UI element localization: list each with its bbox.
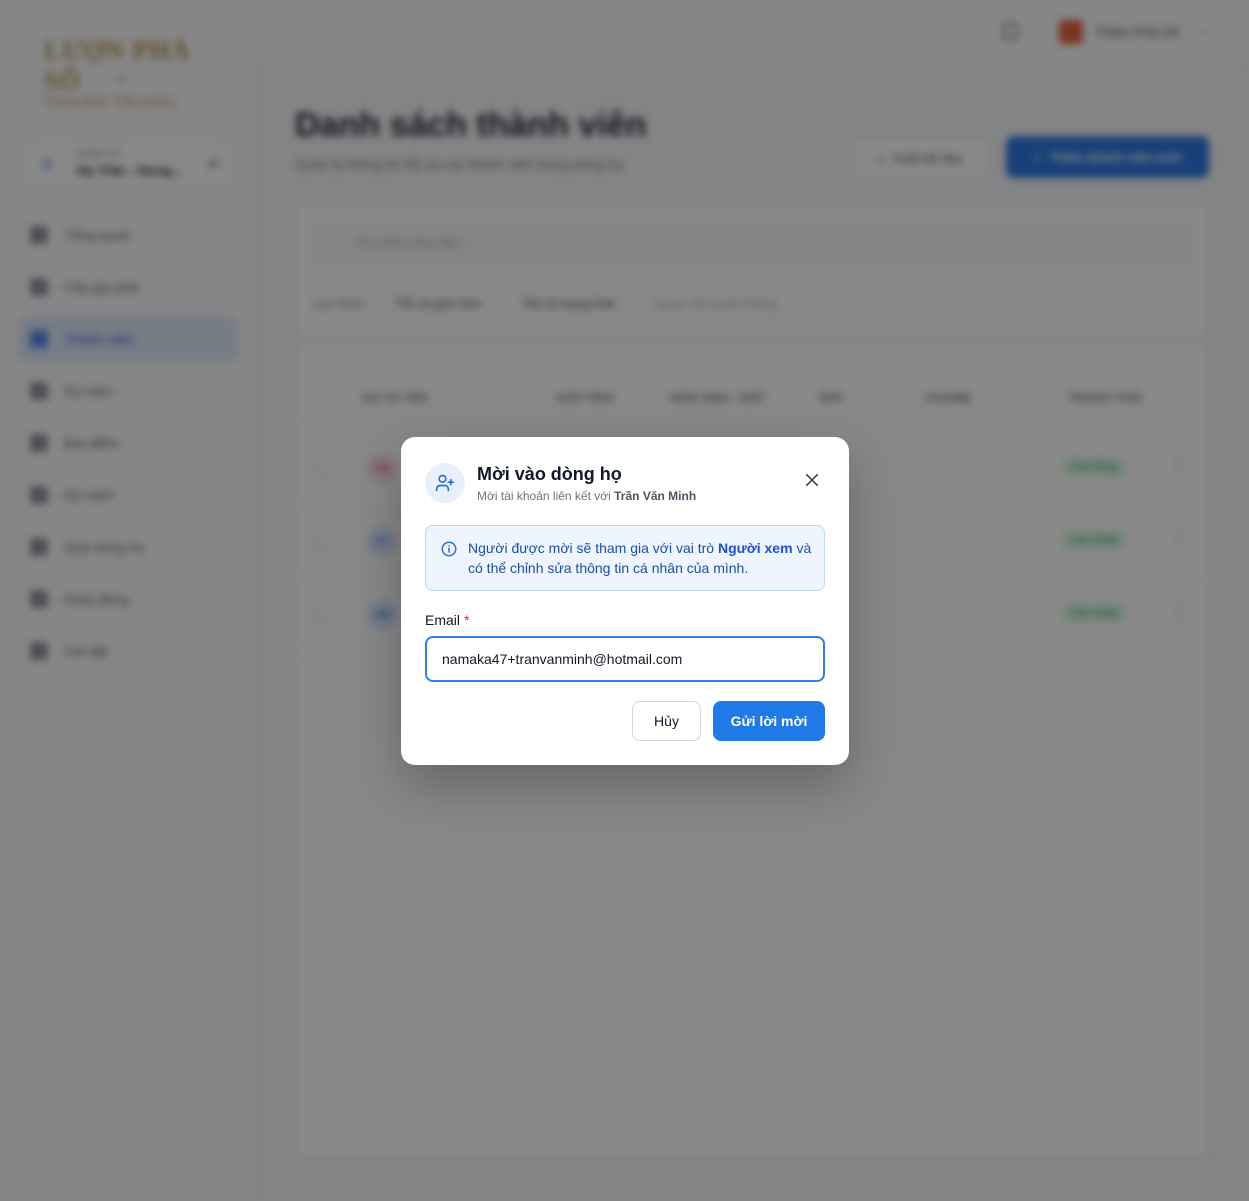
- email-label: Email *: [425, 612, 470, 628]
- role-name: Người xem: [717, 540, 793, 556]
- required-marker: *: [464, 612, 470, 628]
- role-info-text: Người được mời sẽ tham gia với vai trò N…: [468, 540, 812, 576]
- close-icon: [805, 473, 819, 487]
- cancel-button[interactable]: Hủy: [632, 701, 701, 741]
- send-invite-button[interactable]: Gửi lời mời: [713, 701, 825, 741]
- linked-member-name: Trần Văn Minh: [614, 489, 697, 503]
- close-button[interactable]: [801, 469, 823, 491]
- info-icon: [441, 541, 457, 557]
- invite-modal: Mời vào dòng họ Mời tài khoản liên kết v…: [401, 437, 849, 765]
- user-plus-icon: [425, 463, 465, 503]
- modal-subtitle: Mời tài khoản liên kết với Trần Văn Minh: [477, 489, 697, 503]
- modal-title: Mời vào dòng họ: [477, 464, 622, 484]
- role-info-box: Người được mời sẽ tham gia với vai trò N…: [425, 525, 825, 591]
- email-field[interactable]: [425, 636, 825, 682]
